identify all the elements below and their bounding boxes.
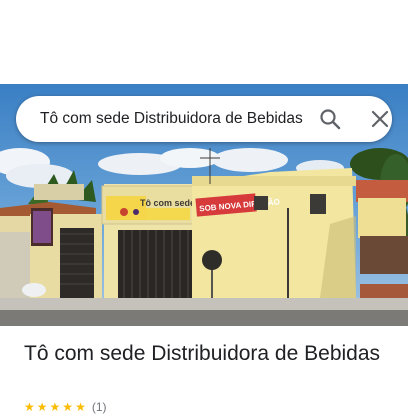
star-icon: ★ [36,400,48,414]
rating-row[interactable]: ★ ★ ★ ★ ★ (1) [24,400,107,414]
star-icon: ★ [75,400,86,414]
search-input[interactable] [40,96,304,142]
star-icon: ★ [24,400,35,414]
top-blank-area [0,0,408,84]
shop-sign-logo-text: Tô com sede [140,198,195,208]
search-button[interactable] [304,96,356,142]
close-icon [371,110,389,128]
place-title: Tô com sede Distribuidora de Bebidas [24,342,381,365]
clear-search-button[interactable] [354,96,406,142]
search-bar [16,96,392,142]
star-icon: ★ [49,400,61,414]
star-icon: ★ [62,400,74,414]
rating-count: (1) [91,400,107,414]
search-icon [320,109,341,130]
